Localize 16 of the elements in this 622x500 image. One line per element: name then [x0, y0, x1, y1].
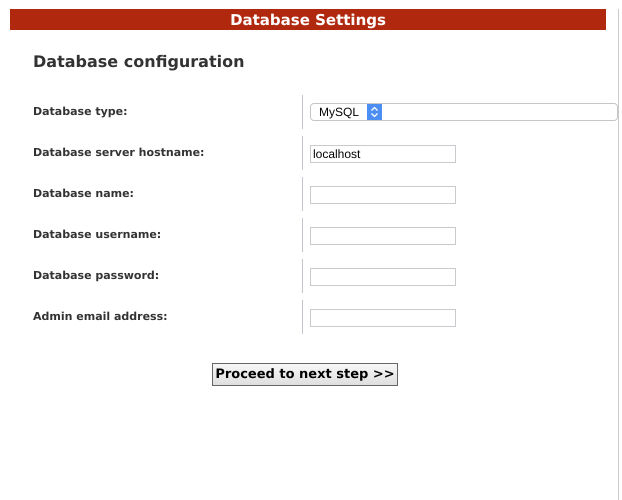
- input-field[interactable]: [310, 268, 456, 286]
- proceed-button[interactable]: Proceed to next step >>: [212, 363, 398, 386]
- field-label: Database username:: [33, 228, 162, 241]
- updown-arrow-icon: [367, 104, 382, 120]
- field-label: Database name:: [33, 187, 135, 200]
- section-title: Database configuration: [33, 52, 246, 71]
- type-dropdown[interactable]: MySQL: [310, 102, 618, 120]
- input-field[interactable]: [310, 226, 456, 244]
- field-label: Admin email address:: [33, 310, 169, 323]
- field-label: Database password:: [33, 269, 160, 282]
- field-label: Database type:: [33, 105, 129, 118]
- page-header: Database Settings: [10, 9, 606, 30]
- input-field[interactable]: [310, 308, 456, 326]
- field-label: Database server hostname:: [33, 146, 206, 159]
- input-field[interactable]: [310, 186, 456, 204]
- input-field[interactable]: localhost: [310, 144, 456, 162]
